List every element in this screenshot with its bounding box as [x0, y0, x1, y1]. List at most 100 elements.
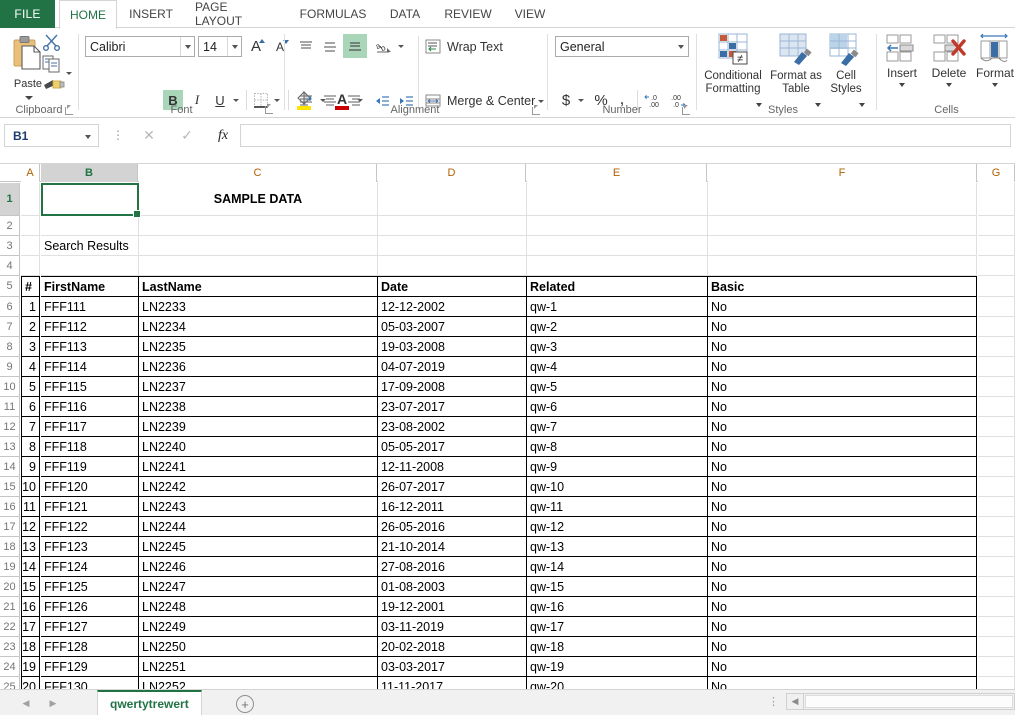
cell-G12[interactable] [978, 417, 1015, 437]
tab-file[interactable]: FILE [0, 0, 55, 28]
cell-G17[interactable] [978, 517, 1015, 537]
row-header-25[interactable]: 25 [0, 677, 20, 689]
sheet-tab-qwertytrewert[interactable]: qwertytrewert [97, 690, 202, 715]
table-cell-r17-lastname[interactable]: LN2249 [139, 617, 378, 637]
number-dialog-launcher[interactable] [682, 105, 691, 115]
table-cell-r5-related[interactable]: qw-5 [527, 377, 708, 397]
table-cell-r4-basic[interactable]: No [708, 357, 977, 377]
table-cell-r12-related[interactable]: qw-12 [527, 517, 708, 537]
table-cell-r16-related[interactable]: qw-16 [527, 597, 708, 617]
column-header-b[interactable]: B [41, 164, 138, 182]
table-cell-r9-basic[interactable]: No [708, 457, 977, 477]
table-cell-r18-basic[interactable]: No [708, 637, 977, 657]
font-family-caret[interactable] [180, 37, 194, 56]
table-cell-r13--[interactable]: 13 [21, 537, 40, 557]
number-format-caret[interactable] [674, 37, 688, 56]
table-cell-r2-related[interactable]: qw-2 [527, 317, 708, 337]
clipboard-dialog-launcher[interactable] [65, 105, 74, 115]
cell-E2[interactable] [527, 216, 708, 236]
table-cell-r8-date[interactable]: 05-05-2017 [378, 437, 527, 457]
column-header-c[interactable]: C [139, 164, 377, 182]
table-cell-r6-basic[interactable]: No [708, 397, 977, 417]
row-header-1[interactable]: 1 [0, 183, 20, 216]
cell-F1[interactable] [708, 183, 977, 216]
insert-cells-button[interactable]: Insert [880, 32, 924, 87]
cell-styles-button[interactable]: Cell Styles [824, 32, 868, 96]
table-cell-r10--[interactable]: 10 [21, 477, 40, 497]
table-header-related[interactable]: Related [527, 276, 708, 297]
conditional-formatting-button[interactable]: ≠ Conditional Formatting [700, 32, 766, 96]
cell-F4[interactable] [708, 256, 977, 276]
cell-G22[interactable] [978, 617, 1015, 637]
format-painter-button[interactable] [42, 77, 68, 97]
table-cell-r14--[interactable]: 14 [21, 557, 40, 577]
table-cell-r10-firstname[interactable]: FFF120 [41, 477, 139, 497]
table-cell-r13-related[interactable]: qw-13 [527, 537, 708, 557]
table-cell-r5--[interactable]: 5 [21, 377, 40, 397]
insert-function-button[interactable]: fx [207, 124, 239, 147]
table-cell-r20-date[interactable]: 11-11-2017 [378, 677, 527, 689]
table-cell-r19-firstname[interactable]: FFF129 [41, 657, 139, 677]
cell-G2[interactable] [978, 216, 1015, 236]
tab-data[interactable]: DATA [379, 0, 431, 28]
cell-G8[interactable] [978, 337, 1015, 357]
table-cell-r20-basic[interactable]: No [708, 677, 977, 689]
cell-A4[interactable] [21, 256, 40, 276]
table-cell-r11-related[interactable]: qw-11 [527, 497, 708, 517]
table-cell-r4-related[interactable]: qw-4 [527, 357, 708, 377]
table-cell-r1-firstname[interactable]: FFF111 [41, 297, 139, 317]
cell-G23[interactable] [978, 637, 1015, 657]
table-cell-r7-lastname[interactable]: LN2239 [139, 417, 378, 437]
table-cell-r6-related[interactable]: qw-6 [527, 397, 708, 417]
table-cell-r6-lastname[interactable]: LN2238 [139, 397, 378, 417]
wrap-text-button[interactable]: Wrap Text [425, 36, 535, 57]
table-cell-r2-date[interactable]: 05-03-2007 [378, 317, 527, 337]
tab-view[interactable]: VIEW [505, 0, 555, 28]
cell-D4[interactable] [378, 256, 527, 276]
cell-C4[interactable] [139, 256, 378, 276]
table-cell-r3-related[interactable]: qw-3 [527, 337, 708, 357]
scroll-left-button[interactable]: ◀ [787, 694, 804, 709]
cell-B1[interactable] [41, 183, 139, 216]
table-cell-r4-firstname[interactable]: FFF114 [41, 357, 139, 377]
table-cell-r4-lastname[interactable]: LN2236 [139, 357, 378, 377]
table-cell-r5-basic[interactable]: No [708, 377, 977, 397]
table-cell-r19-date[interactable]: 03-03-2017 [378, 657, 527, 677]
confirm-formula-button[interactable]: ✓ [171, 124, 203, 147]
row-header-24[interactable]: 24 [0, 657, 20, 677]
row-header-19[interactable]: 19 [0, 557, 20, 577]
copy-button[interactable] [42, 55, 66, 75]
table-cell-r17--[interactable]: 17 [21, 617, 40, 637]
table-cell-r16-date[interactable]: 19-12-2001 [378, 597, 527, 617]
row-header-21[interactable]: 21 [0, 597, 20, 617]
tab-home[interactable]: HOME [59, 0, 117, 29]
table-cell-r18-firstname[interactable]: FFF128 [41, 637, 139, 657]
table-cell-r14-related[interactable]: qw-14 [527, 557, 708, 577]
table-cell-r7--[interactable]: 7 [21, 417, 40, 437]
table-cell-r19-basic[interactable]: No [708, 657, 977, 677]
cut-button[interactable] [42, 33, 66, 53]
column-header-a[interactable]: A [21, 164, 40, 182]
insert-cells-caret[interactable] [899, 83, 905, 87]
cell-C2[interactable] [139, 216, 378, 236]
table-cell-r20-lastname[interactable]: LN2252 [139, 677, 378, 689]
row-header-5[interactable]: 5 [0, 276, 20, 297]
table-cell-r9-lastname[interactable]: LN2241 [139, 457, 378, 477]
table-cell-r15-basic[interactable]: No [708, 577, 977, 597]
table-cell-r9-firstname[interactable]: FFF119 [41, 457, 139, 477]
name-box-caret-icon[interactable] [85, 135, 91, 139]
cell-G15[interactable] [978, 477, 1015, 497]
row-header-9[interactable]: 9 [0, 357, 20, 377]
cell-C3[interactable] [139, 236, 378, 256]
table-cell-r18-related[interactable]: qw-18 [527, 637, 708, 657]
table-cell-r4-date[interactable]: 04-07-2019 [378, 357, 527, 377]
table-cell-r14-date[interactable]: 27-08-2016 [378, 557, 527, 577]
font-size-caret[interactable] [227, 37, 241, 56]
format-cells-caret[interactable] [992, 83, 998, 87]
table-cell-r3-date[interactable]: 19-03-2008 [378, 337, 527, 357]
cell-G11[interactable] [978, 397, 1015, 417]
grow-font-button[interactable]: A [245, 36, 267, 57]
scroll-grip[interactable]: ⋮ [768, 697, 779, 708]
table-cell-r8-firstname[interactable]: FFF118 [41, 437, 139, 457]
table-cell-r8-related[interactable]: qw-8 [527, 437, 708, 457]
